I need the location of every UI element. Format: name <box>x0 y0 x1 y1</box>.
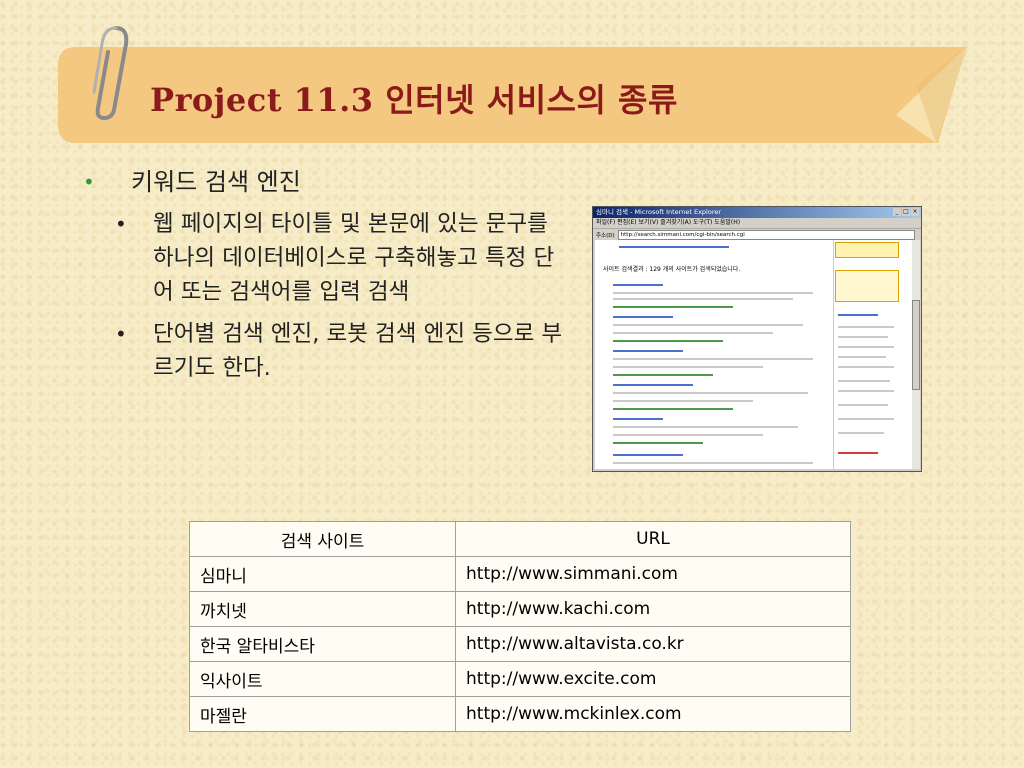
table-cell-site: 한국 알타비스타 <box>189 626 456 662</box>
bullet-text: 웹 페이지의 타이틀 및 본문에 있는 문구를 하나의 데이터베이스로 구축해놓… <box>153 211 555 305</box>
table-cell-site: 까치넷 <box>189 591 456 627</box>
search-sites-table: 검색 사이트 URL 심마니 http://www.simmani.com 까치… <box>189 521 851 732</box>
table-row: 마젤란 http://www.mckinlex.com <box>189 696 851 732</box>
browser-sidebar <box>833 240 900 469</box>
table-cell-url: http://www.altavista.co.kr <box>455 626 851 662</box>
table-cell-site: 심마니 <box>189 556 456 592</box>
table-header-row: 검색 사이트 URL <box>189 521 851 557</box>
address-field: http://search.simmani.com/cgi-bin/search… <box>617 229 915 240</box>
bullet-level2: • 웹 페이지의 타이틀 및 본문에 있는 문구를 하나의 데이터베이스로 구축… <box>75 207 565 309</box>
bullet-dot-icon: • <box>115 322 127 346</box>
close-icon: × <box>911 208 919 216</box>
browser-screenshot: 심마니 검색 - Microsoft Internet Explorer _ □… <box>592 206 922 472</box>
bullet-list: • 키워드 검색 엔진 • 웹 페이지의 타이틀 및 본문에 있는 문구를 하나… <box>75 165 565 385</box>
browser-title: 심마니 검색 - Microsoft Internet Explorer <box>596 208 722 216</box>
table-row: 익사이트 http://www.excite.com <box>189 661 851 697</box>
page-title: Project 11.3 인터넷 서비스의 종류 <box>150 81 678 119</box>
table-cell-site: 마젤란 <box>189 696 456 732</box>
table-row: 까치넷 http://www.kachi.com <box>189 591 851 627</box>
table-row: 심마니 http://www.simmani.com <box>189 556 851 592</box>
table-cell-url: http://www.excite.com <box>455 661 851 697</box>
table-header-url: URL <box>455 521 851 557</box>
minimize-icon: _ <box>893 208 901 216</box>
browser-content: 사이트 검색결과 : 129 개의 사이트가 검색되었습니다. <box>595 240 913 469</box>
bullet-dot-icon: • <box>83 170 95 194</box>
table-cell-url: http://www.simmani.com <box>455 556 851 592</box>
browser-menubar: 파일(F) 편집(E) 보기(V) 즐겨찾기(A) 도구(T) 도움말(H) <box>593 218 921 229</box>
browser-titlebar: 심마니 검색 - Microsoft Internet Explorer _ □… <box>593 207 921 218</box>
table-cell-url: http://www.kachi.com <box>455 591 851 627</box>
maximize-icon: □ <box>902 208 910 216</box>
result-heading: 사이트 검색결과 : 129 개의 사이트가 검색되었습니다. <box>603 266 741 273</box>
bullet-text: 키워드 검색 엔진 <box>131 168 301 196</box>
table-cell-url: http://www.mckinlex.com <box>455 696 851 732</box>
browser-scrollbar <box>912 240 920 469</box>
bullet-level1: • 키워드 검색 엔진 <box>75 165 565 199</box>
bullet-text: 단어별 검색 엔진, 로봇 검색 엔진 등으로 부르기도 한다. <box>153 321 563 381</box>
table-cell-site: 익사이트 <box>189 661 456 697</box>
bullet-level2: • 단어별 검색 엔진, 로봇 검색 엔진 등으로 부르기도 한다. <box>75 317 565 385</box>
bullet-dot-icon: • <box>115 212 127 236</box>
address-label: 주소(D) <box>596 232 615 239</box>
table-header-site: 검색 사이트 <box>189 521 456 557</box>
paperclip-icon <box>92 26 129 121</box>
browser-addressbar: 주소(D) http://search.simmani.com/cgi-bin/… <box>593 229 921 240</box>
table-row: 한국 알타비스타 http://www.altavista.co.kr <box>189 626 851 662</box>
